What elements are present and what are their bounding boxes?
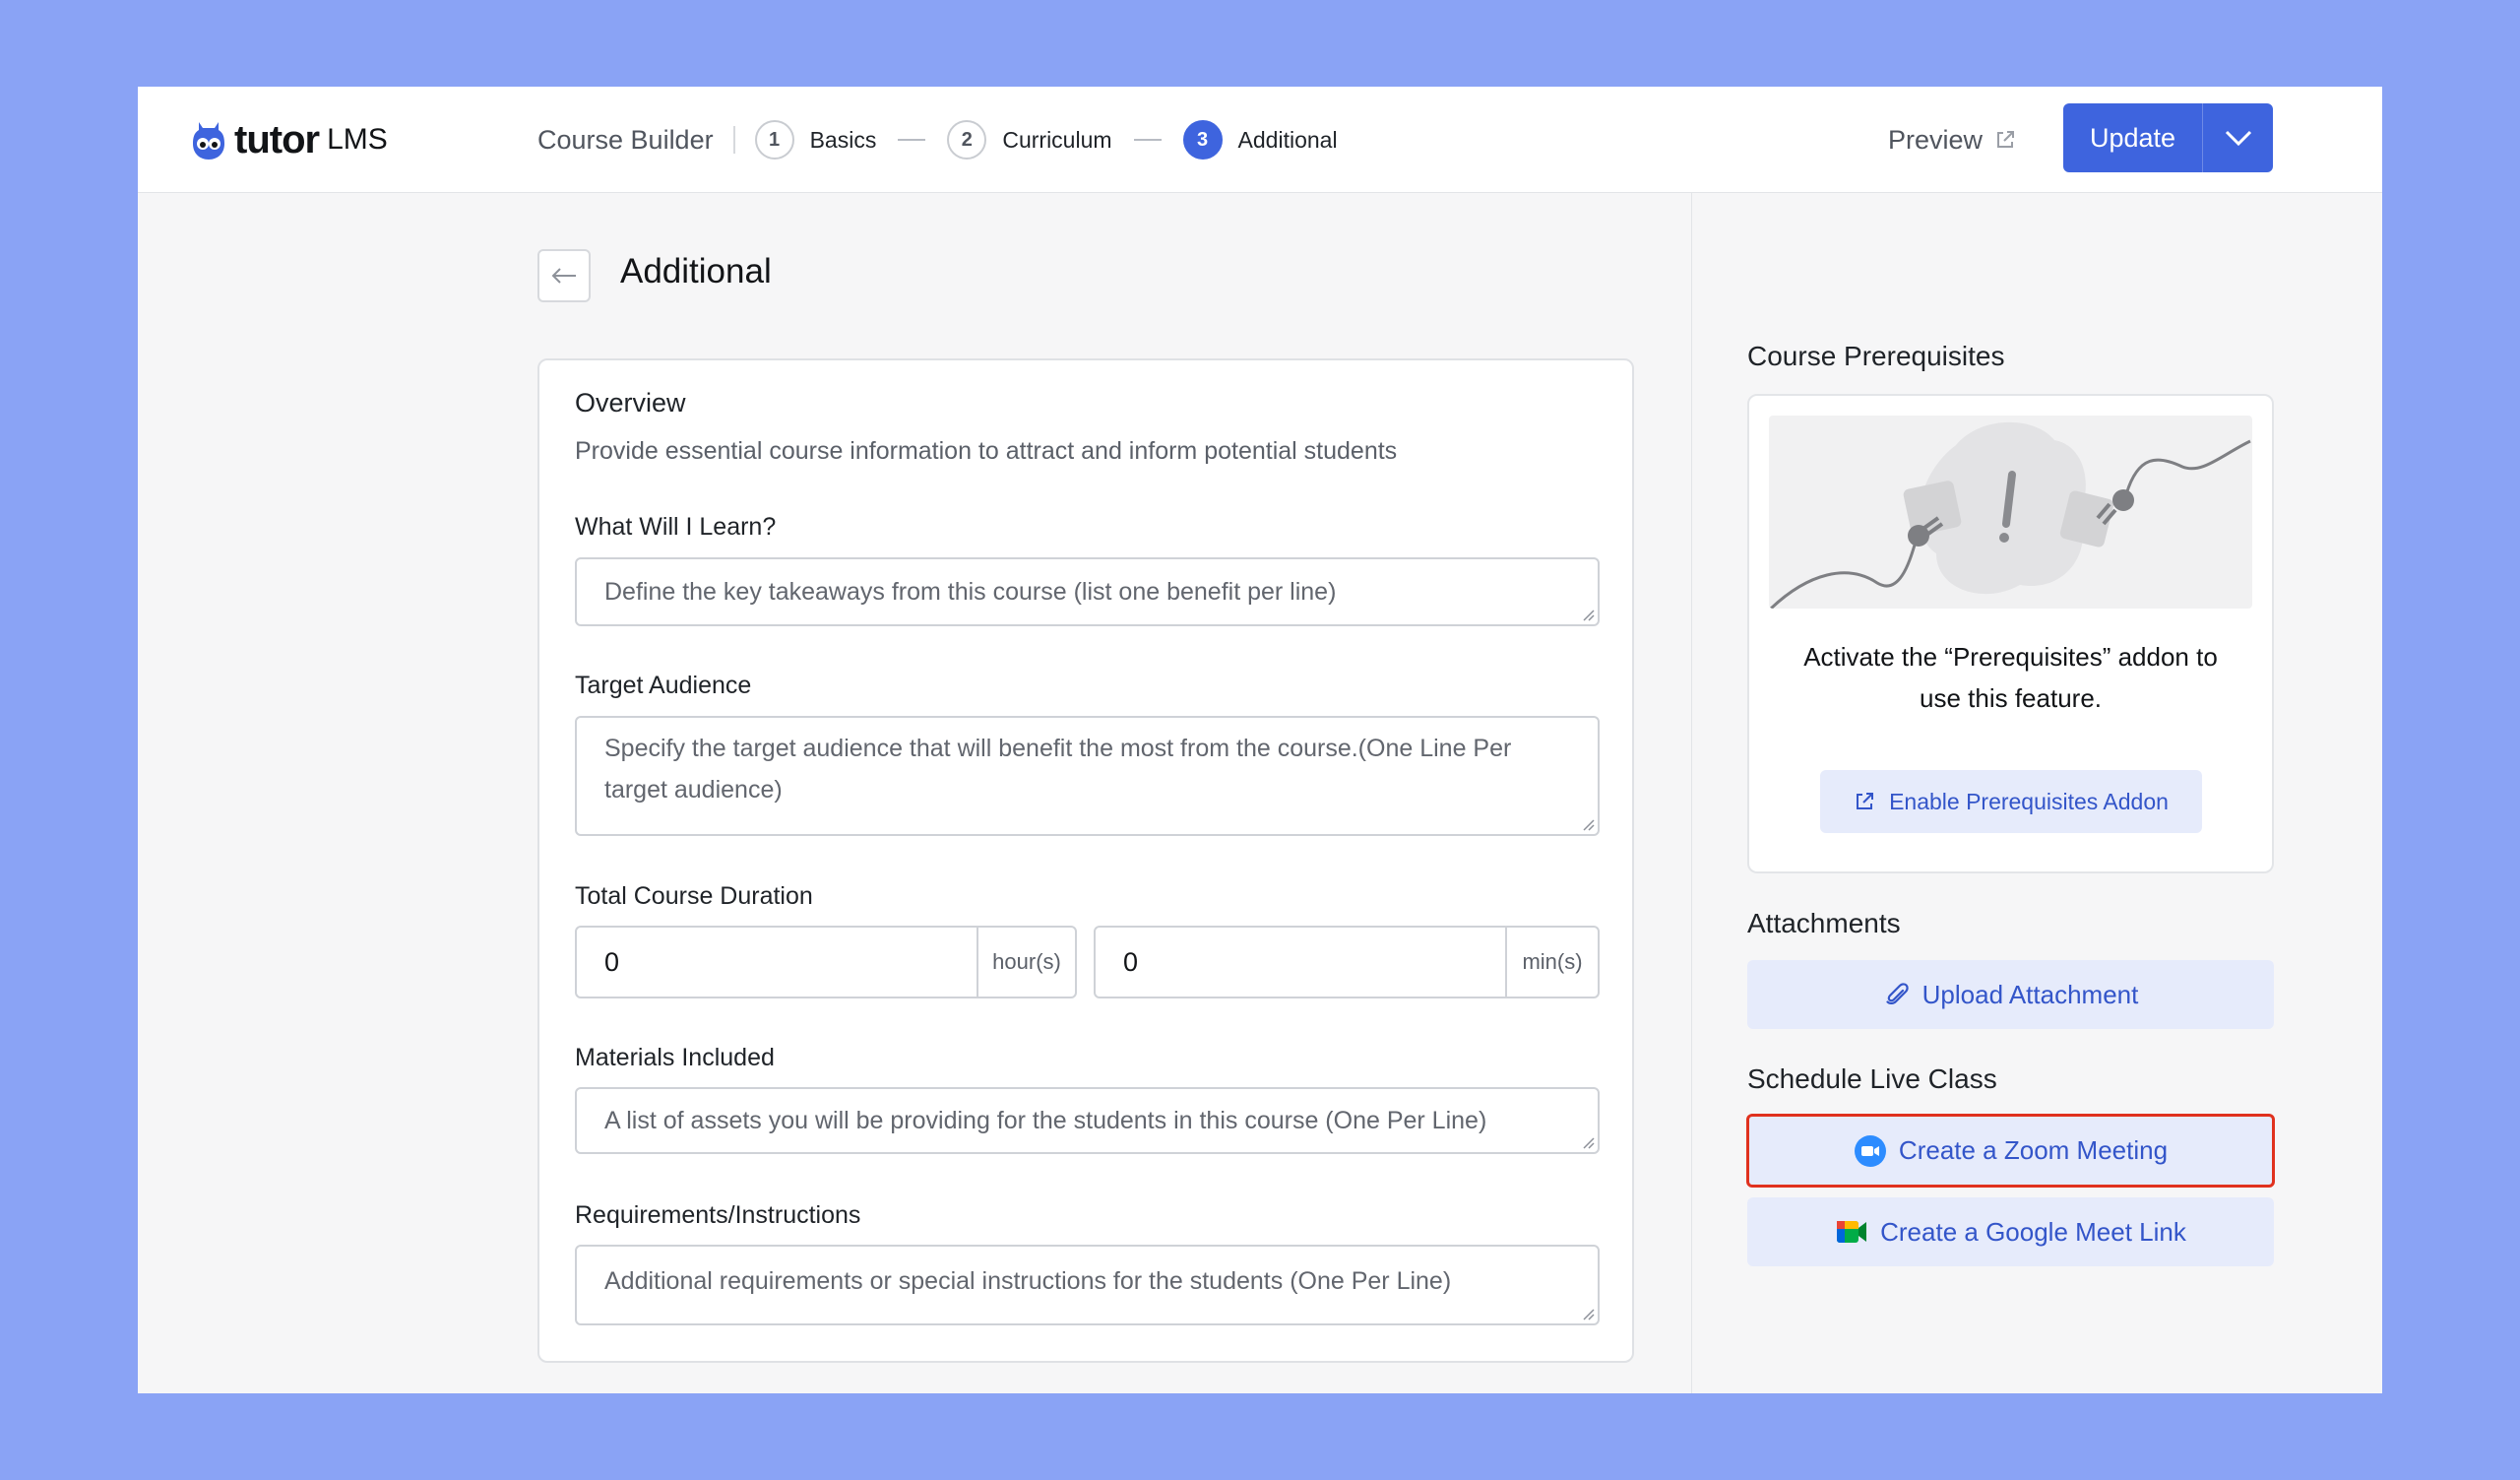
google-meet-icon — [1837, 1221, 1867, 1243]
resize-handle-icon[interactable] — [1581, 1307, 1595, 1320]
update-button[interactable]: Update — [2063, 103, 2202, 172]
requirements-label: Requirements/Instructions — [575, 1201, 861, 1229]
hours-value: 0 — [604, 946, 620, 977]
main-content: Additional Overview Provide essential co… — [138, 193, 1691, 1393]
step-number: 3 — [1182, 120, 1223, 160]
paperclip-icon — [1886, 983, 1909, 1005]
enable-prerequisites-button[interactable]: Enable Prerequisites Addon — [1820, 770, 2202, 833]
attachments-title: Attachments — [1747, 908, 1901, 938]
step-label: Additional — [1237, 126, 1338, 153]
step-connector — [1133, 139, 1162, 141]
minutes-unit: min(s) — [1505, 928, 1598, 997]
external-link-icon — [1997, 131, 2015, 148]
update-dropdown-toggle[interactable] — [2203, 103, 2273, 172]
step-number: 1 — [754, 120, 794, 160]
course-duration-label: Total Course Duration — [575, 882, 813, 910]
step-label: Curriculum — [1002, 126, 1112, 153]
target-audience-label: Target Audience — [575, 672, 752, 699]
step-connector — [898, 139, 926, 141]
resize-handle-icon[interactable] — [1581, 1135, 1595, 1149]
create-zoom-meeting-button[interactable]: Create a Zoom Meeting — [1746, 1114, 2275, 1188]
resize-handle-icon[interactable] — [1581, 608, 1595, 621]
update-button-group: Update — [2063, 103, 2273, 172]
chevron-down-icon — [2225, 130, 2251, 147]
create-google-meet-button[interactable]: Create a Google Meet Link — [1747, 1197, 2274, 1266]
overview-subtitle: Provide essential course information to … — [575, 437, 1398, 465]
upload-attachment-label: Upload Attachment — [1922, 979, 2139, 1009]
upload-attachment-button[interactable]: Upload Attachment — [1747, 960, 2274, 1029]
prerequisites-message: Activate the “Prerequisites” addon to us… — [1803, 642, 2218, 713]
overview-card: Overview Provide essential course inform… — [537, 358, 1634, 1363]
preview-link[interactable]: Preview — [1888, 120, 2016, 160]
divider — [732, 126, 735, 154]
textarea-placeholder: A list of assets you will be providing f… — [604, 1107, 1487, 1134]
textarea-placeholder: Additional requirements or special instr… — [604, 1267, 1452, 1295]
step-additional[interactable]: 3 Additional — [1182, 120, 1338, 160]
step-curriculum[interactable]: 2 Curriculum — [947, 120, 1112, 160]
hours-unit: hour(s) — [976, 928, 1075, 997]
materials-included-label: Materials Included — [575, 1044, 775, 1071]
right-sidebar: Course Prerequisites Activate the “Prere… — [1691, 193, 2382, 1393]
course-prerequisites-title: Course Prerequisites — [1747, 341, 2005, 371]
zoom-icon — [1854, 1134, 1886, 1167]
requirements-textarea[interactable]: Additional requirements or special instr… — [575, 1245, 1600, 1325]
step-number: 2 — [947, 120, 987, 160]
enable-prerequisites-label: Enable Prerequisites Addon — [1889, 788, 2169, 814]
duration-minutes-input[interactable]: 0 min(s) — [1094, 926, 1600, 998]
create-google-meet-label: Create a Google Meet Link — [1880, 1216, 2186, 1247]
textarea-placeholder: Specify the target audience that will be… — [604, 735, 1512, 804]
minutes-value: 0 — [1123, 946, 1139, 977]
course-builder-stepper: Course Builder 1 Basics 2 Curriculum 3 A… — [537, 118, 1338, 161]
create-zoom-meeting-label: Create a Zoom Meeting — [1898, 1135, 2169, 1165]
tutor-owl-icon — [193, 122, 224, 160]
external-link-icon — [1857, 793, 1874, 809]
resize-handle-icon[interactable] — [1581, 817, 1595, 831]
preview-label: Preview — [1888, 124, 1984, 155]
page-title: Additional — [620, 252, 772, 290]
top-bar: tutor LMS Course Builder 1 Basics 2 Curr… — [138, 87, 2382, 193]
target-audience-textarea[interactable]: Specify the target audience that will be… — [575, 716, 1600, 836]
prerequisites-card: Activate the “Prerequisites” addon to us… — [1747, 394, 2274, 873]
schedule-live-class-title: Schedule Live Class — [1747, 1063, 1997, 1094]
overview-title: Overview — [575, 388, 686, 418]
back-button[interactable] — [537, 249, 591, 302]
tutor-logo[interactable]: tutor LMS — [191, 112, 388, 167]
app-window: tutor LMS Course Builder 1 Basics 2 Curr… — [138, 87, 2382, 1393]
duration-hours-input[interactable]: 0 hour(s) — [575, 926, 1077, 998]
logo-suffix: LMS — [327, 123, 388, 156]
disconnected-plug-illustration — [1769, 416, 2252, 609]
logo-wordmark: tutor — [234, 117, 320, 161]
what-will-i-learn-textarea[interactable]: Define the key takeaways from this cours… — [575, 557, 1600, 626]
course-builder-label: Course Builder — [537, 124, 714, 155]
step-basics[interactable]: 1 Basics — [754, 120, 877, 160]
step-label: Basics — [809, 126, 877, 153]
textarea-placeholder: Define the key takeaways from this cours… — [604, 578, 1337, 606]
materials-included-textarea[interactable]: A list of assets you will be providing f… — [575, 1087, 1600, 1154]
arrow-left-icon — [551, 268, 576, 284]
what-will-i-learn-label: What Will I Learn? — [575, 513, 777, 541]
